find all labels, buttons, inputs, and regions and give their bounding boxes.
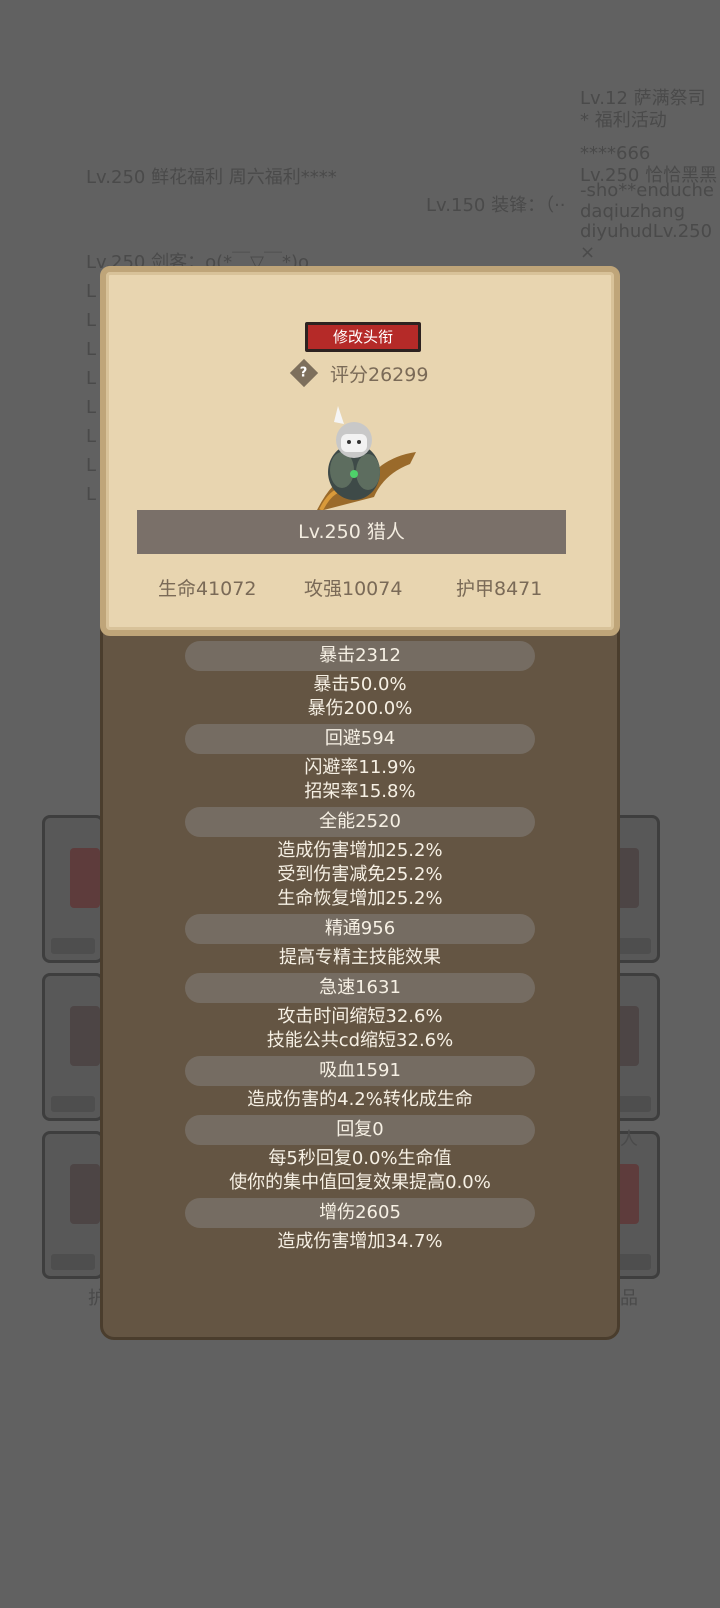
- attribute-group-versatility: 全能2520 造成伤害增加25.2% 受到伤害减免25.2% 生命恢复增加25.…: [100, 807, 620, 911]
- attribute-header: 增伤2605: [185, 1198, 535, 1228]
- attribute-line: 闪避率11.9%: [304, 757, 416, 778]
- character-name-bar: Lv.250 猎人: [137, 510, 566, 554]
- character-card: 修改头衔 ? 评分26299 Lv.250 猎人 生命41072 攻强10074…: [100, 266, 620, 636]
- attribute-header: 精通956: [185, 914, 535, 944]
- score-label: 评分26299: [330, 363, 429, 386]
- attribute-line: 使你的集中值回复效果提高0.0%: [229, 1172, 491, 1193]
- chat-fragment: L: [86, 397, 97, 415]
- attribute-header: 急速1631: [185, 973, 535, 1003]
- attribute-group-lifesteal: 吸血1591 造成伤害的4.2%转化成生命: [100, 1056, 620, 1112]
- attribute-line: 提高专精主技能效果: [279, 947, 441, 968]
- attribute-header: 全能2520: [185, 807, 535, 837]
- attribute-list: 暴击2312 暴击50.0% 暴伤200.0% 回避594 闪避率11.9% 招…: [100, 641, 620, 1257]
- rename-title-button[interactable]: 修改头衔: [305, 322, 421, 352]
- attribute-line: 暴击50.0%: [313, 674, 407, 695]
- attribute-line: 招架率15.8%: [304, 781, 416, 802]
- hp-stat: 生命41072: [158, 578, 257, 600]
- slot-label: 品: [620, 1288, 638, 1309]
- chat-fragment: L: [86, 426, 97, 444]
- attribute-header: 暴击2312: [185, 641, 535, 671]
- attribute-line: 生命恢复增加25.2%: [277, 888, 443, 909]
- equipment-slot: [42, 973, 104, 1121]
- attribute-line: 受到伤害减免25.2%: [277, 864, 443, 885]
- equipment-slot: [42, 1131, 104, 1279]
- slot-label: 人: [620, 1129, 638, 1150]
- chat-fragment: L: [86, 484, 97, 502]
- attribute-group-mastery: 精通956 提高专精主技能效果: [100, 914, 620, 970]
- chat-line: daqiuzhang: [580, 201, 686, 222]
- attribute-header: 回避594: [185, 724, 535, 754]
- base-stats-row: 生命41072 攻强10074 护甲8471: [106, 574, 614, 600]
- attribute-line: 造成伤害增加25.2%: [277, 840, 443, 861]
- equipment-slot: [42, 815, 104, 963]
- character-stats-dialog: 修改头衔 ? 评分26299 Lv.250 猎人 生命41072 攻强10074…: [100, 266, 620, 1340]
- attribute-line: 攻击时间缩短32.6%: [277, 1006, 443, 1027]
- chat-fragment: L: [86, 455, 97, 473]
- attribute-line: 造成伤害增加34.7%: [277, 1231, 443, 1252]
- chat-line: diyuhudLv.250: [580, 221, 713, 242]
- chat-fragment: L: [86, 368, 97, 386]
- attribute-group-damage-bonus: 增伤2605 造成伤害增加34.7%: [100, 1198, 620, 1254]
- attack-stat: 攻强10074: [304, 578, 403, 600]
- chat-line: Lv.250 鲜花福利 周六福利****: [86, 167, 337, 188]
- attribute-line: 暴伤200.0%: [307, 698, 413, 719]
- help-icon[interactable]: ?: [289, 358, 319, 388]
- chat-line: -sho**enduche: [580, 180, 714, 201]
- attribute-header: 回复0: [185, 1115, 535, 1145]
- chat-line: Lv.150 装锋：（··: [426, 195, 566, 216]
- attribute-group-regen: 回复0 每5秒回复0.0%生命值 使你的集中值回复效果提高0.0%: [100, 1115, 620, 1195]
- attribute-header: 吸血1591: [185, 1056, 535, 1086]
- attribute-group-dodge: 回避594 闪避率11.9% 招架率15.8%: [100, 724, 620, 804]
- chat-fragment: L: [86, 310, 97, 328]
- chat-fragment: L: [86, 339, 97, 357]
- attribute-line: 技能公共cd缩短32.6%: [266, 1030, 454, 1051]
- close-mark: ×: [580, 242, 596, 263]
- attribute-group-crit: 暴击2312 暴击50.0% 暴伤200.0%: [100, 641, 620, 721]
- chat-fragment: L: [86, 281, 97, 299]
- chat-line: * 福利活动: [580, 110, 667, 131]
- attribute-line: 每5秒回复0.0%生命值: [268, 1148, 452, 1169]
- armor-stat: 护甲8471: [456, 578, 543, 600]
- attribute-line: 造成伤害的4.2%转化成生命: [247, 1089, 473, 1110]
- help-icon-glyph: ?: [300, 365, 308, 381]
- score-row: ? 评分26299: [289, 358, 429, 388]
- attribute-group-haste: 急速1631 攻击时间缩短32.6% 技能公共cd缩短32.6%: [100, 973, 620, 1053]
